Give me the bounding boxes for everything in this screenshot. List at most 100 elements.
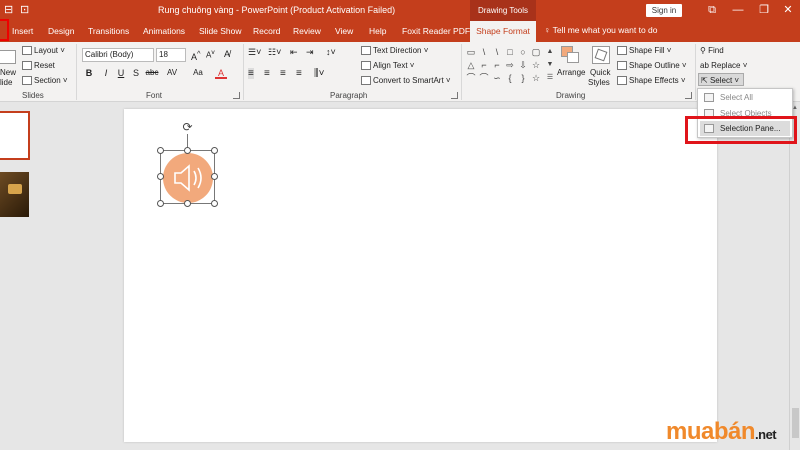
tab-record[interactable]: Record xyxy=(253,26,280,36)
resize-handle-e[interactable] xyxy=(211,173,218,180)
shape-star5-icon[interactable]: ☆ xyxy=(531,73,541,83)
resize-handle-nw[interactable] xyxy=(157,147,164,154)
convert-smartart-button[interactable]: Convert to SmartArt ˅ xyxy=(361,76,451,86)
shape-brace-left-icon[interactable]: { xyxy=(505,73,515,83)
char-spacing-button[interactable]: AV xyxy=(164,67,180,79)
align-left-icon[interactable]: ≡ xyxy=(248,68,254,79)
quick-styles-label-2[interactable]: Styles xyxy=(588,78,610,87)
minimize-button[interactable]: — xyxy=(726,2,750,19)
ribbon-display-icon[interactable]: ⧉ xyxy=(700,2,724,19)
shape-textbox-icon[interactable]: ▭ xyxy=(466,47,476,57)
gallery-scroll-down-icon[interactable]: ▼ xyxy=(545,60,555,70)
audio-object[interactable] xyxy=(163,153,213,203)
present-icon[interactable]: ⊡ xyxy=(20,3,29,16)
font-size-select[interactable]: 18 xyxy=(156,48,186,62)
vertical-scrollbar[interactable]: ▲ xyxy=(789,103,800,450)
change-case-button[interactable]: Aa xyxy=(190,67,206,79)
gallery-scroll-up-icon[interactable]: ▲ xyxy=(545,47,555,57)
save-icon[interactable]: ⊟ xyxy=(4,3,13,16)
font-dialog-launcher-icon[interactable] xyxy=(233,92,240,99)
shape-arc-icon[interactable]: ⌒ xyxy=(479,73,489,83)
tab-foxit-reader-pdf[interactable]: Foxit Reader PDF xyxy=(402,26,470,36)
resize-handle-se[interactable] xyxy=(211,200,218,207)
tell-me-search[interactable]: ♀ Tell me what you want to do xyxy=(544,25,657,35)
arrange-icon[interactable] xyxy=(561,46,579,64)
grow-font-icon[interactable]: A^ xyxy=(191,49,201,62)
find-button[interactable]: ⚲ Find xyxy=(700,46,724,55)
slide-thumbnail-2[interactable] xyxy=(0,172,29,217)
drawing-dialog-launcher-icon[interactable] xyxy=(685,92,692,99)
scroll-thumb[interactable] xyxy=(792,408,799,438)
tab-design[interactable]: Design xyxy=(48,26,74,36)
tab-insert[interactable]: Insert xyxy=(12,26,33,36)
tab-help[interactable]: Help xyxy=(369,26,386,36)
tab-view[interactable]: View xyxy=(335,26,353,36)
align-text-button[interactable]: Align Text ˅ xyxy=(361,61,414,71)
shape-elbow-icon[interactable]: ⌐ xyxy=(479,60,489,70)
sign-in-button[interactable]: Sign in xyxy=(646,4,682,17)
gallery-more-icon[interactable]: ☰ xyxy=(545,73,555,83)
justify-icon[interactable]: ≡ xyxy=(296,68,302,79)
shape-fill-button[interactable]: Shape Fill ˅ xyxy=(617,46,671,56)
quick-styles-icon[interactable] xyxy=(592,46,610,64)
tab-review[interactable]: Review xyxy=(293,26,321,36)
rotate-handle-icon[interactable]: ⟳ xyxy=(181,121,194,134)
bullets-icon[interactable]: ☰˅ xyxy=(248,47,261,58)
font-color-button[interactable]: A xyxy=(215,67,227,79)
new-slide-label-2[interactable]: lide xyxy=(0,78,12,87)
tab-animations[interactable]: Animations xyxy=(143,26,185,36)
increase-indent-icon[interactable]: ⇥ xyxy=(306,47,314,58)
slide-thumbnail-1[interactable] xyxy=(0,111,30,160)
shape-down-arrow-icon[interactable]: ⇩ xyxy=(518,60,528,70)
shape-outline-button[interactable]: Shape Outline ˅ xyxy=(617,61,687,71)
shape-star-icon[interactable]: ☆ xyxy=(531,60,541,70)
italic-button[interactable]: I xyxy=(100,67,112,79)
font-name-select[interactable]: Calibri (Body) xyxy=(82,48,154,62)
layout-button[interactable]: Layout ˅ xyxy=(22,46,65,56)
shape-effects-button[interactable]: Shape Effects ˅ xyxy=(617,76,686,86)
reset-button[interactable]: Reset xyxy=(22,61,55,71)
resize-handle-s[interactable] xyxy=(184,200,191,207)
shape-right-arrow-icon[interactable]: ⇨ xyxy=(505,60,515,70)
shape-line-icon[interactable]: \ xyxy=(479,47,489,57)
clear-formatting-icon[interactable]: A̸ xyxy=(224,49,230,59)
numbering-icon[interactable]: ☷˅ xyxy=(268,47,281,58)
tab-slide-show[interactable]: Slide Show xyxy=(199,26,242,36)
replace-button[interactable]: ab Replace ˅ xyxy=(700,61,747,70)
resize-handle-w[interactable] xyxy=(157,173,164,180)
shape-connector-icon[interactable]: ⌐ xyxy=(492,60,502,70)
strikethrough-button[interactable]: abc xyxy=(144,67,160,79)
shape-oval-icon[interactable]: ○ xyxy=(518,47,528,57)
close-button[interactable]: ✕ xyxy=(776,2,800,19)
shape-rounded-rect-icon[interactable]: ▢ xyxy=(531,47,541,57)
resize-handle-ne[interactable] xyxy=(211,147,218,154)
shape-curve-icon[interactable]: ⌒ xyxy=(466,73,476,83)
resize-handle-n[interactable] xyxy=(184,147,191,154)
text-direction-button[interactable]: Text Direction ˅ xyxy=(361,46,428,56)
underline-button[interactable]: U xyxy=(115,67,127,79)
shape-arrow-icon[interactable]: \ xyxy=(492,47,502,57)
bold-button[interactable]: B xyxy=(83,67,95,79)
align-center-icon[interactable]: ≡ xyxy=(264,68,270,79)
new-slide-icon[interactable] xyxy=(0,50,16,64)
quick-styles-label[interactable]: Quick xyxy=(590,68,610,77)
restore-button[interactable]: ❐ xyxy=(752,2,776,19)
resize-handle-sw[interactable] xyxy=(157,200,164,207)
line-spacing-icon[interactable]: ↕˅ xyxy=(326,47,336,57)
shrink-font-icon[interactable]: Av xyxy=(206,49,215,60)
columns-icon[interactable]: ⫼˅ xyxy=(314,68,324,79)
select-button[interactable]: ⇱ Select ˅ xyxy=(698,73,744,86)
section-button[interactable]: Section ˅ xyxy=(22,76,68,86)
align-right-icon[interactable]: ≡ xyxy=(280,68,286,79)
tab-shape-format[interactable]: Shape Format xyxy=(470,21,536,42)
menu-item-select-all[interactable]: Select All xyxy=(700,90,790,105)
shadow-button[interactable]: S xyxy=(130,67,142,79)
slide-canvas[interactable]: ⟳ xyxy=(124,109,717,442)
decrease-indent-icon[interactable]: ⇤ xyxy=(290,47,298,58)
shape-freeform-icon[interactable]: ∽ xyxy=(492,73,502,83)
new-slide-label[interactable]: New xyxy=(0,68,16,77)
arrange-label[interactable]: Arrange xyxy=(557,68,585,77)
shape-brace-right-icon[interactable]: } xyxy=(518,73,528,83)
shape-triangle-icon[interactable]: △ xyxy=(466,60,476,70)
tab-transitions[interactable]: Transitions xyxy=(88,26,129,36)
